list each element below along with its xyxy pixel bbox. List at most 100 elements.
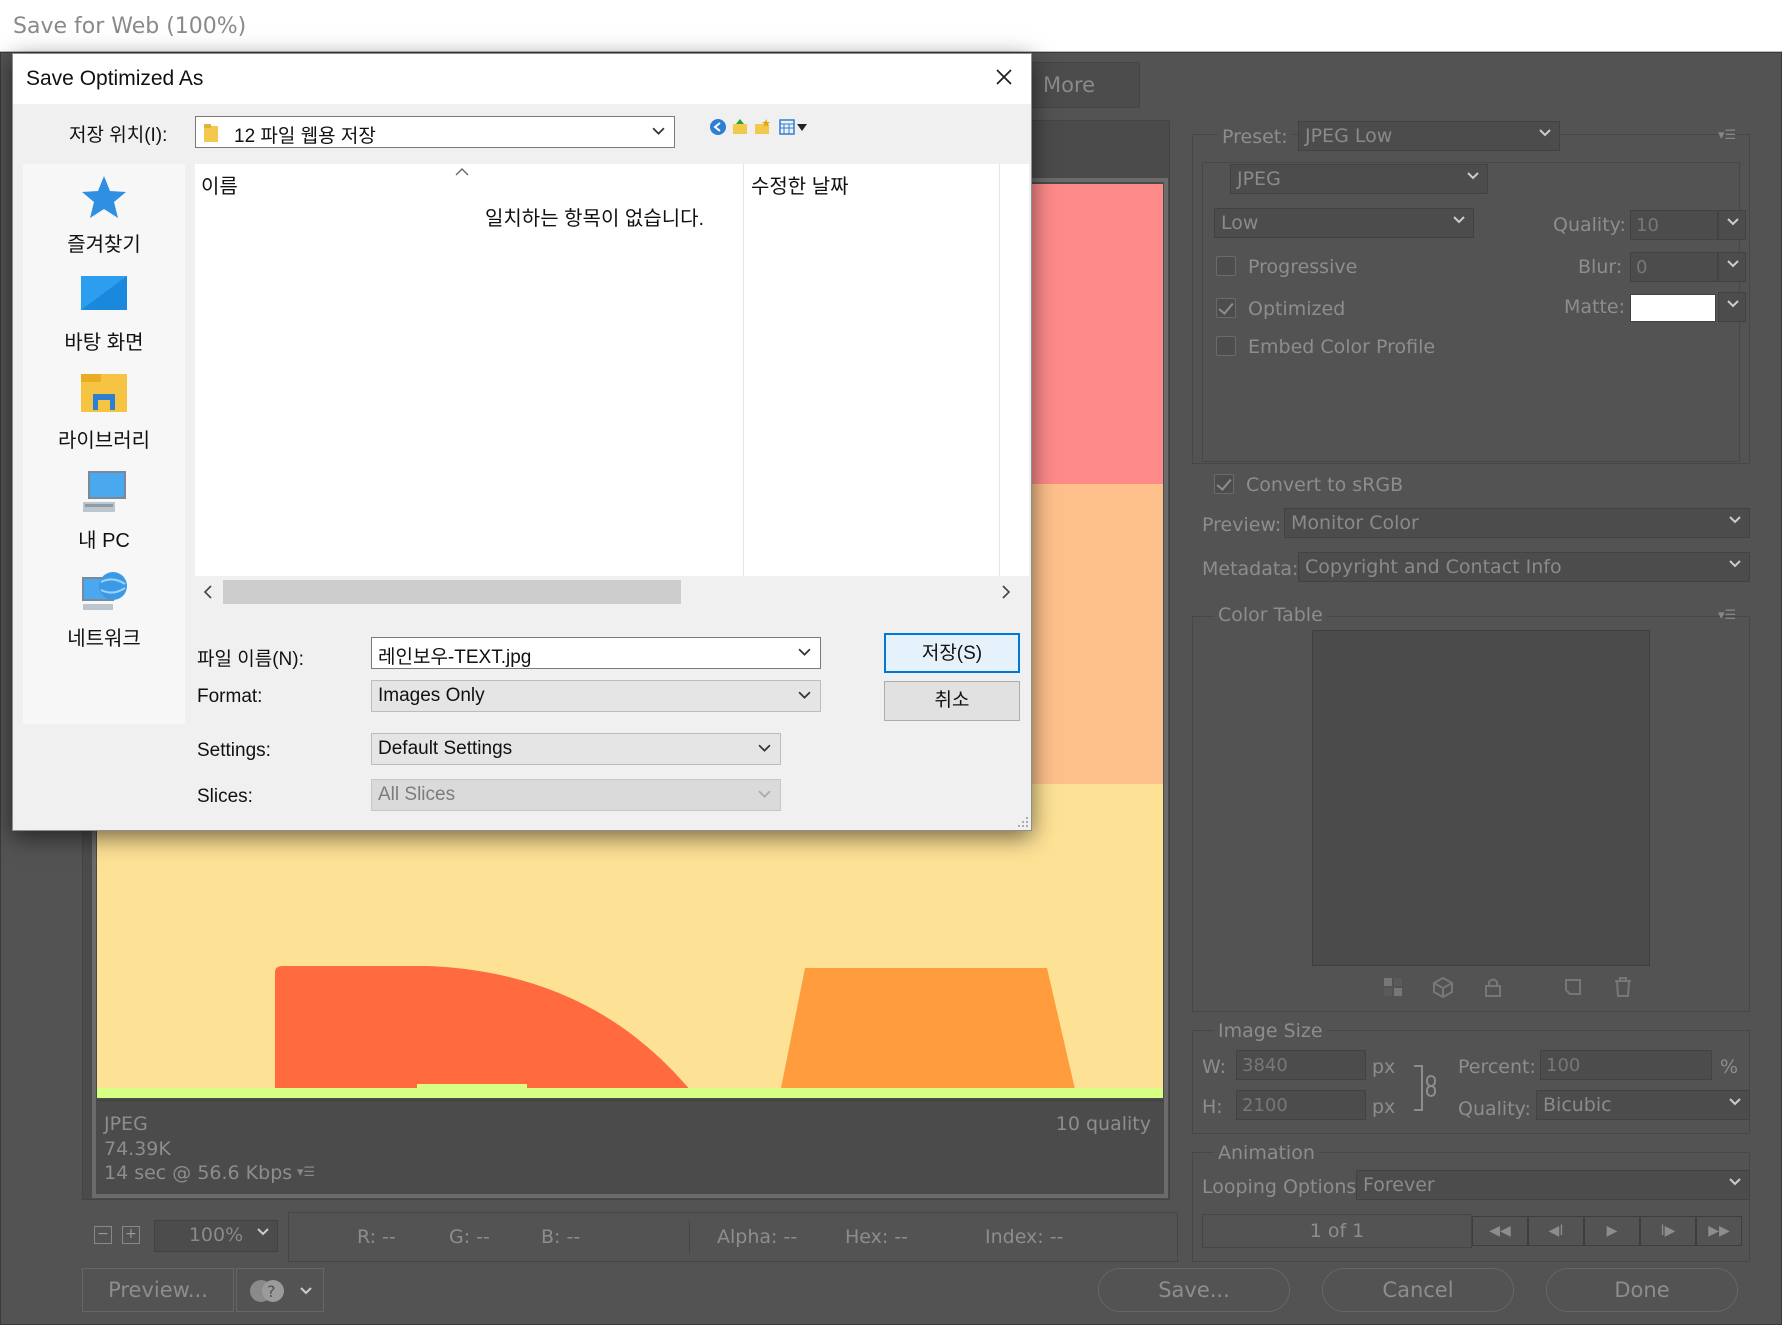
preset-value: JPEG Low bbox=[1305, 125, 1393, 147]
empty-message: 일치하는 항목이 없습니다. bbox=[485, 208, 705, 230]
preview-mode-value: Monitor Color bbox=[1291, 512, 1419, 534]
format-select[interactable]: JPEG bbox=[1230, 164, 1488, 194]
color-table-toolbar bbox=[1382, 976, 1662, 1000]
new-color-icon[interactable] bbox=[1562, 976, 1584, 998]
location-select[interactable]: 12 파일 웹용 저장 bbox=[195, 116, 675, 148]
zoom-out-button[interactable]: − bbox=[94, 1226, 112, 1244]
up-folder-icon[interactable] bbox=[731, 118, 749, 136]
chevron-down-icon[interactable] bbox=[797, 124, 807, 132]
frame-counter-value: 1 of 1 bbox=[1309, 1220, 1365, 1242]
format-select[interactable]: Images Only bbox=[371, 680, 821, 712]
progressive-checkbox[interactable] bbox=[1216, 256, 1236, 276]
column-header-date[interactable]: 수정한 날짜 bbox=[751, 170, 849, 199]
height-input[interactable]: 2100 bbox=[1236, 1090, 1366, 1120]
blur-input[interactable]: 0 bbox=[1630, 252, 1718, 282]
cancel-button[interactable]: Cancel bbox=[1322, 1268, 1514, 1312]
pixel-info-bar: R: -- G: -- B: -- Alpha: -- Hex: -- Inde… bbox=[288, 1212, 1178, 1262]
zoom-in-button[interactable]: + bbox=[122, 1226, 140, 1244]
tab-more[interactable]: More bbox=[1030, 62, 1140, 108]
nav-item-favorites[interactable]: 즐겨찾기 bbox=[23, 174, 185, 257]
percent-input[interactable]: 100 bbox=[1540, 1050, 1712, 1080]
save-button[interactable]: Save... bbox=[1098, 1268, 1290, 1312]
last-frame-button[interactable]: ▶▶ bbox=[1696, 1216, 1742, 1246]
compression-select[interactable]: Low bbox=[1214, 208, 1474, 238]
matte-label: Matte: bbox=[1564, 296, 1626, 318]
link-icon[interactable] bbox=[1412, 1064, 1438, 1112]
matte-dropdown[interactable] bbox=[1718, 292, 1746, 322]
column-divider bbox=[999, 164, 1000, 576]
preset-menu-icon[interactable]: ▾☰ bbox=[1718, 128, 1740, 144]
zoom-select[interactable]: 100% bbox=[154, 1220, 278, 1252]
preset-label: Preset: bbox=[1218, 126, 1292, 148]
resample-quality-select[interactable]: Bicubic bbox=[1536, 1090, 1750, 1120]
nav-item-libraries[interactable]: 라이브러리 bbox=[23, 370, 185, 453]
preview-button[interactable]: Preview... bbox=[82, 1268, 234, 1312]
horizontal-scrollbar[interactable] bbox=[195, 576, 1029, 608]
transparency-icon[interactable] bbox=[1382, 976, 1404, 998]
new-folder-icon[interactable] bbox=[753, 118, 771, 136]
height-label: H: bbox=[1202, 1096, 1223, 1118]
trash-icon[interactable] bbox=[1612, 976, 1634, 998]
embed-color-profile-checkbox[interactable] bbox=[1216, 336, 1236, 356]
preview-mode-select[interactable]: Monitor Color bbox=[1284, 508, 1750, 538]
format-label: Format: bbox=[197, 686, 263, 707]
info-menu-icon[interactable]: ▾☰ bbox=[297, 1165, 319, 1181]
info-format: JPEG bbox=[104, 1113, 148, 1135]
resample-quality-value: Bicubic bbox=[1543, 1094, 1612, 1116]
play-button[interactable]: ▶ bbox=[1584, 1216, 1640, 1246]
lock-icon[interactable] bbox=[1482, 976, 1504, 998]
looping-value: Forever bbox=[1363, 1174, 1435, 1196]
chevron-down-icon bbox=[1539, 129, 1551, 137]
settings-select[interactable]: Default Settings bbox=[371, 733, 781, 765]
scroll-thumb[interactable] bbox=[223, 580, 681, 604]
width-value: 3840 bbox=[1242, 1055, 1288, 1076]
scroll-left-icon[interactable] bbox=[203, 585, 213, 599]
scroll-right-icon[interactable] bbox=[1001, 585, 1011, 599]
chevron-down-icon bbox=[652, 127, 665, 135]
save-optimized-as-dialog: Save Optimized As 저장 위치(I): 12 파일 웹용 저장 … bbox=[12, 53, 1032, 831]
close-icon[interactable] bbox=[991, 64, 1017, 90]
column-header-name[interactable]: 이름 bbox=[201, 170, 238, 199]
done-button[interactable]: Done bbox=[1546, 1268, 1738, 1312]
blur-value: 0 bbox=[1636, 257, 1648, 278]
back-icon[interactable] bbox=[709, 118, 727, 136]
b-value: B: -- bbox=[541, 1226, 581, 1248]
dialog-cancel-button[interactable]: 취소 bbox=[884, 681, 1020, 721]
browser-preview-button[interactable]: ? bbox=[236, 1268, 324, 1312]
view-menu-icon[interactable] bbox=[779, 119, 795, 135]
file-list[interactable]: 이름 수정한 날짜 일치하는 항목이 없습니다. bbox=[195, 164, 1029, 576]
looping-select[interactable]: Forever bbox=[1356, 1170, 1750, 1200]
color-table-menu-icon[interactable]: ▾☰ bbox=[1718, 608, 1740, 624]
browser-icon: ? bbox=[250, 1280, 284, 1302]
filename-input[interactable]: 레인보우-TEXT.jpg bbox=[371, 637, 821, 669]
blur-dropdown[interactable] bbox=[1718, 252, 1746, 282]
slices-select[interactable]: All Slices bbox=[371, 779, 781, 811]
nav-item-this-pc[interactable]: 내 PC bbox=[23, 470, 185, 553]
width-input[interactable]: 3840 bbox=[1236, 1050, 1366, 1080]
convert-srgb-checkbox[interactable] bbox=[1214, 474, 1234, 494]
quality-dropdown[interactable] bbox=[1718, 210, 1746, 240]
format-value: JPEG bbox=[1237, 168, 1281, 190]
nav-item-network[interactable]: 네트워크 bbox=[23, 568, 185, 651]
first-frame-button[interactable]: ◀◀ bbox=[1472, 1216, 1528, 1246]
quality-input[interactable]: 10 bbox=[1630, 210, 1718, 240]
width-label: W: bbox=[1202, 1056, 1227, 1078]
dialog-titlebar: Save Optimized As bbox=[13, 54, 1031, 104]
metadata-select[interactable]: Copyright and Contact Info bbox=[1298, 552, 1750, 582]
library-icon bbox=[81, 374, 127, 412]
nav-item-desktop[interactable]: 바탕 화면 bbox=[23, 272, 185, 355]
preview-mode-label: Preview: bbox=[1202, 514, 1282, 536]
matte-swatch[interactable] bbox=[1630, 294, 1716, 322]
preset-select[interactable]: JPEG Low bbox=[1298, 121, 1560, 151]
chevron-down-icon bbox=[758, 790, 771, 798]
next-frame-button[interactable]: Ι▶ bbox=[1640, 1216, 1696, 1246]
resize-grip-icon[interactable] bbox=[1017, 816, 1029, 828]
prev-frame-button[interactable]: ◀Ι bbox=[1528, 1216, 1584, 1246]
optimized-checkbox[interactable] bbox=[1216, 298, 1236, 318]
web-snap-cube-icon[interactable] bbox=[1432, 976, 1454, 998]
convert-srgb-label: Convert to sRGB bbox=[1246, 474, 1404, 496]
quality-value: 10 bbox=[1636, 215, 1659, 236]
chevron-down-icon bbox=[300, 1287, 312, 1295]
chevron-down-icon bbox=[798, 691, 811, 699]
dialog-save-button[interactable]: 저장(S) bbox=[884, 633, 1020, 673]
